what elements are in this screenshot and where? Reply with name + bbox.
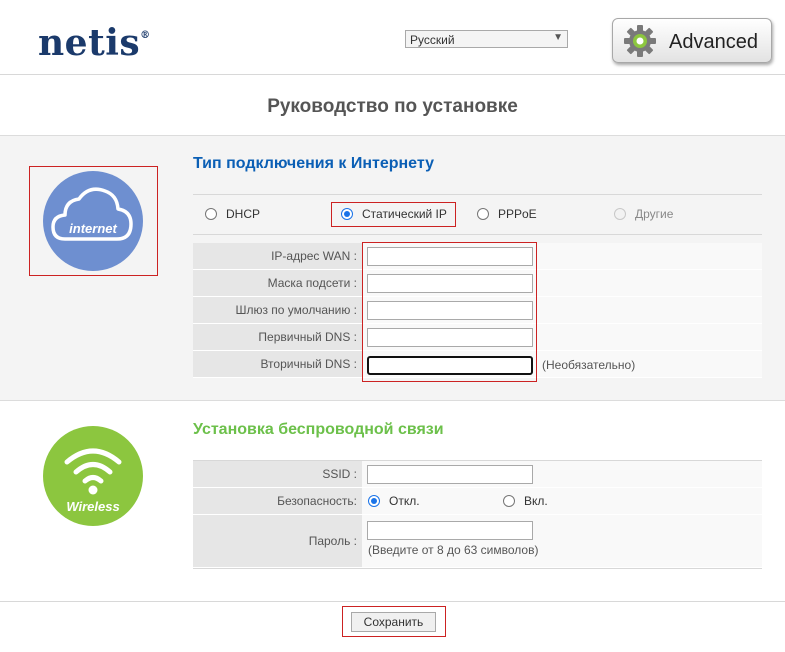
wan-ip-label: IP-адрес WAN : (193, 243, 362, 269)
chevron-down-icon: ▼ (553, 32, 563, 43)
radio-pppoe[interactable] (477, 208, 489, 220)
field-row-password: Пароль : (Введите от 8 до 63 символов) (193, 515, 762, 568)
language-select[interactable]: Русский ▼ (405, 30, 568, 48)
advanced-label: Advanced (669, 31, 758, 53)
connection-type-top-line (193, 194, 762, 195)
ssid-input[interactable] (367, 465, 533, 484)
radio-security-on-label: Вкл. (524, 494, 548, 508)
wireless-heading: Установка беспроводной связи (193, 421, 444, 438)
password-label: Пароль : (193, 515, 362, 567)
internet-heading: Тип подключения к Интернету (193, 155, 434, 172)
page-title: Руководство по установке (267, 96, 518, 117)
connection-type-bottom-line (193, 234, 762, 235)
radio-dhcp-label: DHCP (226, 207, 261, 221)
password-input[interactable] (367, 521, 533, 540)
wireless-icon: Wireless (43, 426, 143, 526)
internet-icon: internet (43, 171, 143, 271)
internet-icon-label: internet (69, 221, 117, 236)
field-row-ssid: SSID : (193, 461, 762, 488)
primary-dns-label: Первичный DNS : (193, 324, 362, 350)
static-fields-highlight (362, 242, 537, 382)
secondary-dns-label: Вторичный DNS : (193, 351, 362, 377)
footer-divider (0, 601, 785, 602)
field-row-security: Безопасность: Откл. Вкл. (193, 488, 762, 515)
radio-security-off-label: Откл. (389, 494, 420, 508)
radio-static-ip[interactable] (341, 208, 353, 220)
netis-logo: netis® (38, 22, 151, 64)
radio-dhcp[interactable] (205, 208, 217, 220)
subnet-mask-label: Маска подсети : (193, 270, 362, 296)
radio-pppoe-label: PPPoE (498, 207, 537, 221)
wireless-icon-label: Wireless (66, 499, 120, 514)
radio-security-off[interactable] (368, 495, 380, 507)
gateway-label: Шлюз по умолчанию : (193, 297, 362, 323)
wireless-table-bottom-line (193, 568, 762, 569)
radio-other-label: Другие (635, 207, 674, 221)
advanced-button[interactable]: Advanced (612, 18, 772, 63)
language-selected-value: Русский (410, 33, 455, 47)
radio-static-ip-label: Статический IP (362, 207, 447, 221)
gear-icon (624, 25, 656, 57)
save-button[interactable]: Сохранить (351, 612, 436, 632)
ssid-label: SSID : (193, 461, 362, 487)
password-hint: (Введите от 8 до 63 символов) (368, 543, 539, 557)
radio-other[interactable] (614, 208, 626, 220)
header-divider (0, 74, 785, 75)
optional-note: (Необязательно) (542, 358, 636, 372)
radio-security-on[interactable] (503, 495, 515, 507)
security-label: Безопасность: (193, 488, 362, 514)
